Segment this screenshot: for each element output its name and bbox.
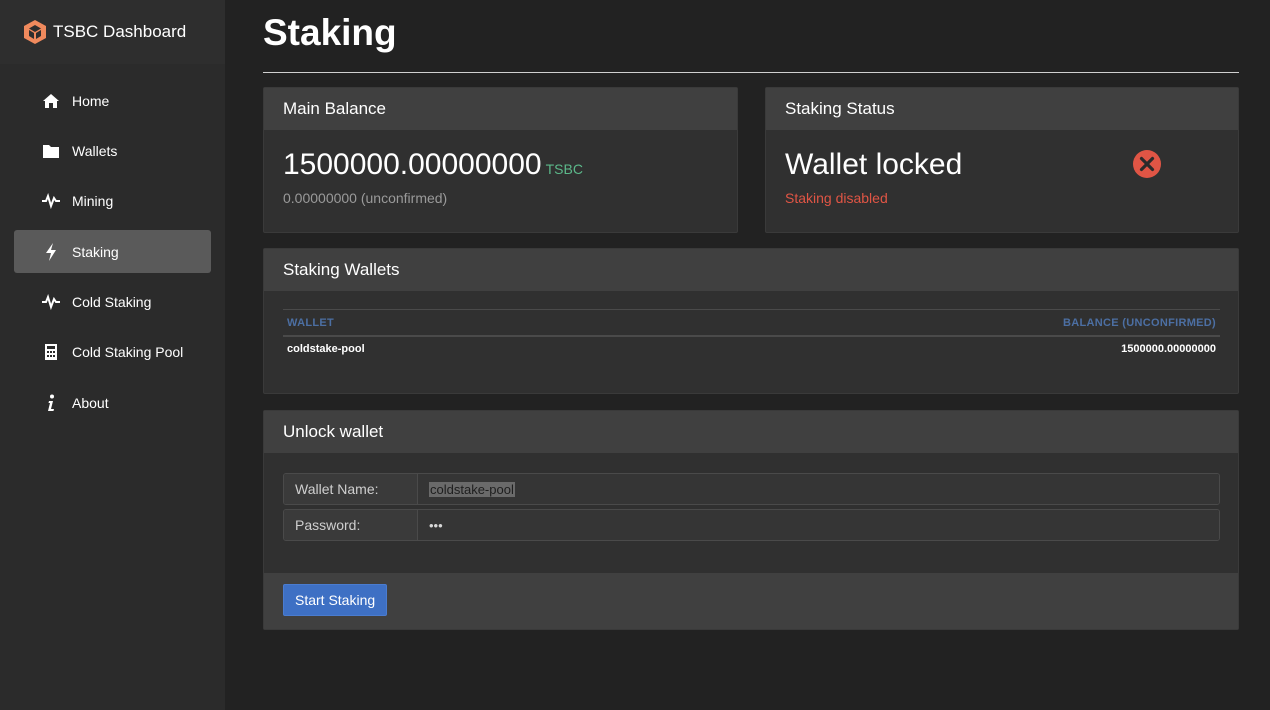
sidebar-item-label: Cold Staking bbox=[72, 293, 152, 310]
wallet-name-cell: coldstake-pool bbox=[287, 343, 365, 355]
sidebar-item-label: About bbox=[72, 394, 109, 411]
title-divider bbox=[263, 72, 1239, 73]
sidebar-item-cold-staking-pool[interactable]: Cold Staking Pool bbox=[14, 330, 211, 373]
sidebar: TSBC Dashboard Home Wallets Mining Staki… bbox=[0, 0, 225, 710]
pulse-icon bbox=[41, 292, 61, 312]
password-label: Password: bbox=[284, 510, 418, 540]
password-input[interactable]: ••• bbox=[418, 510, 1219, 540]
pulse-icon bbox=[41, 191, 61, 211]
wallet-name-input[interactable]: coldstake-pool bbox=[418, 474, 1219, 504]
balance-line: 1500000.00000000 TSBC bbox=[283, 148, 583, 182]
staking-status-header: Staking Status bbox=[766, 88, 1238, 130]
brand[interactable]: TSBC Dashboard bbox=[0, 0, 225, 64]
wallet-balance-cell: 1500000.00000000 bbox=[1121, 343, 1216, 355]
unlock-wallet-footer: Start Staking bbox=[264, 573, 1238, 629]
sidebar-item-wallets[interactable]: Wallets bbox=[14, 129, 211, 172]
column-header-balance[interactable]: BALANCE (UNCONFIRMED) bbox=[608, 309, 1220, 337]
unlock-wallet-card: Unlock wallet Wallet Name: coldstake-poo… bbox=[263, 410, 1239, 630]
balance-unit: TSBC bbox=[545, 161, 583, 177]
folder-icon bbox=[41, 141, 61, 161]
calculator-icon bbox=[41, 342, 61, 362]
start-staking-button[interactable]: Start Staking bbox=[283, 584, 388, 616]
cube-logo-icon bbox=[23, 19, 47, 45]
sidebar-item-cold-staking[interactable]: Cold Staking bbox=[14, 280, 211, 323]
sidebar-item-label: Wallets bbox=[72, 142, 118, 159]
column-header-wallet[interactable]: WALLET bbox=[283, 309, 609, 337]
sidebar-item-label: Cold Staking Pool bbox=[72, 343, 184, 360]
main-balance-header: Main Balance bbox=[264, 88, 737, 130]
page-title: Staking bbox=[263, 12, 397, 53]
wallet-name-value: coldstake-pool bbox=[429, 481, 515, 497]
bolt-icon bbox=[41, 242, 61, 262]
wallet-name-label: Wallet Name: bbox=[284, 474, 418, 504]
sidebar-item-label: Staking bbox=[72, 243, 119, 260]
main-balance-card: Main Balance 1500000.00000000 TSBC 0.0000… bbox=[263, 87, 738, 233]
brand-title: TSBC Dashboard bbox=[53, 22, 187, 41]
table-header-row: WALLET BALANCE (UNCONFIRMED) bbox=[283, 309, 1220, 337]
sidebar-item-mining[interactable]: Mining bbox=[14, 179, 211, 222]
staking-status-detail: Staking disabled bbox=[785, 190, 888, 206]
password-field: Password: ••• bbox=[283, 509, 1220, 541]
sidebar-item-about[interactable]: About bbox=[14, 381, 211, 424]
staking-status-card: Staking Status Wallet locked Staking dis… bbox=[765, 87, 1239, 233]
app: TSBC Dashboard Home Wallets Mining Staki… bbox=[0, 0, 1270, 710]
sidebar-item-home[interactable]: Home bbox=[14, 79, 211, 122]
unlock-wallet-header: Unlock wallet bbox=[264, 411, 1238, 453]
password-mask: ••• bbox=[429, 517, 443, 533]
error-circle-icon bbox=[1132, 149, 1162, 184]
table-row[interactable]: coldstake-pool 1500000.00000000 bbox=[283, 336, 1220, 361]
sidebar-item-staking[interactable]: Staking bbox=[14, 230, 211, 273]
staking-wallets-card: Staking Wallets WALLET BALANCE (UNCONFIR… bbox=[263, 248, 1239, 394]
staking-wallets-header: Staking Wallets bbox=[264, 249, 1238, 291]
sidebar-item-label: Mining bbox=[72, 192, 114, 209]
info-icon bbox=[41, 393, 61, 413]
wallet-name-field: Wallet Name: coldstake-pool bbox=[283, 473, 1220, 505]
home-icon bbox=[41, 91, 61, 111]
balance-unconfirmed: 0.00000000 (unconfirmed) bbox=[283, 190, 448, 206]
staking-wallets-table: WALLET BALANCE (UNCONFIRMED) coldstake-p… bbox=[283, 309, 1220, 361]
staking-status-text: Wallet locked bbox=[785, 148, 963, 181]
sidebar-item-label: Home bbox=[72, 92, 110, 109]
balance-amount: 1500000.00000000 bbox=[283, 148, 542, 181]
